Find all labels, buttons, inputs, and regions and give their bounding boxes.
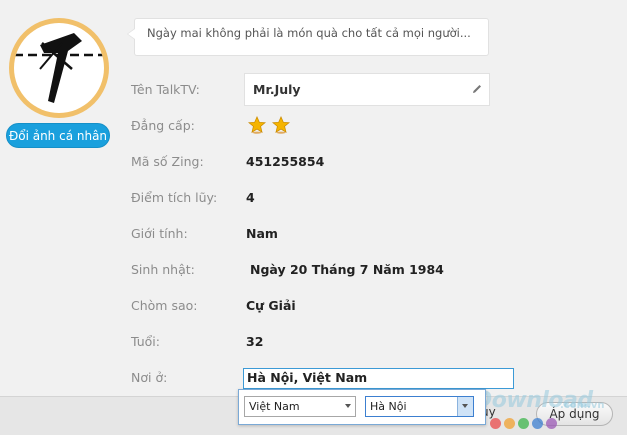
birthday-value: Ngày 20 Tháng 7 Năm 1984 — [250, 262, 444, 277]
avatar-image — [14, 23, 104, 113]
city-select-value: Hà Nội — [370, 400, 407, 413]
talktv-name-value: Mr.July — [253, 82, 301, 97]
talktv-name-label: Tên TalkTV: — [131, 82, 200, 97]
apply-button[interactable]: Áp dụng — [536, 402, 613, 426]
zodiac-label: Chòm sao: — [131, 298, 198, 313]
location-label: Nơi ở: — [131, 370, 168, 385]
country-select-value: Việt Nam — [249, 400, 300, 413]
status-message[interactable]: Ngày mai không phải là món quà cho tất c… — [127, 18, 489, 56]
avatar[interactable] — [9, 18, 109, 118]
talktv-name-field[interactable]: Mr.July — [244, 73, 490, 106]
star-icon — [272, 116, 290, 134]
rank-stars — [248, 116, 290, 134]
star-icon — [248, 116, 266, 134]
zodiac-value: Cự Giải — [246, 298, 296, 313]
age-label: Tuổi: — [131, 334, 160, 349]
zing-id-value: 451255854 — [246, 154, 325, 169]
city-select-toggle[interactable] — [457, 397, 473, 416]
country-select[interactable]: Việt Nam — [244, 396, 356, 417]
rank-label: Đẳng cấp: — [131, 118, 195, 133]
age-value: 32 — [246, 334, 264, 349]
zing-id-label: Mã số Zing: — [131, 154, 204, 169]
gender-value: Nam — [246, 226, 278, 241]
pencil-icon[interactable] — [471, 83, 483, 98]
points-value: 4 — [246, 190, 255, 205]
birthday-label: Sinh nhật: — [131, 262, 195, 277]
chevron-down-icon — [462, 404, 468, 408]
change-avatar-button[interactable]: Đổi ảnh cá nhân — [6, 123, 110, 148]
location-input[interactable]: Hà Nội, Việt Nam — [243, 368, 514, 389]
chevron-down-icon — [345, 404, 351, 408]
location-picker: Việt Nam Hà Nội — [238, 389, 486, 425]
city-select[interactable]: Hà Nội — [365, 396, 474, 417]
gender-label: Giới tính: — [131, 226, 188, 241]
points-label: Điểm tích lũy: — [131, 190, 218, 205]
